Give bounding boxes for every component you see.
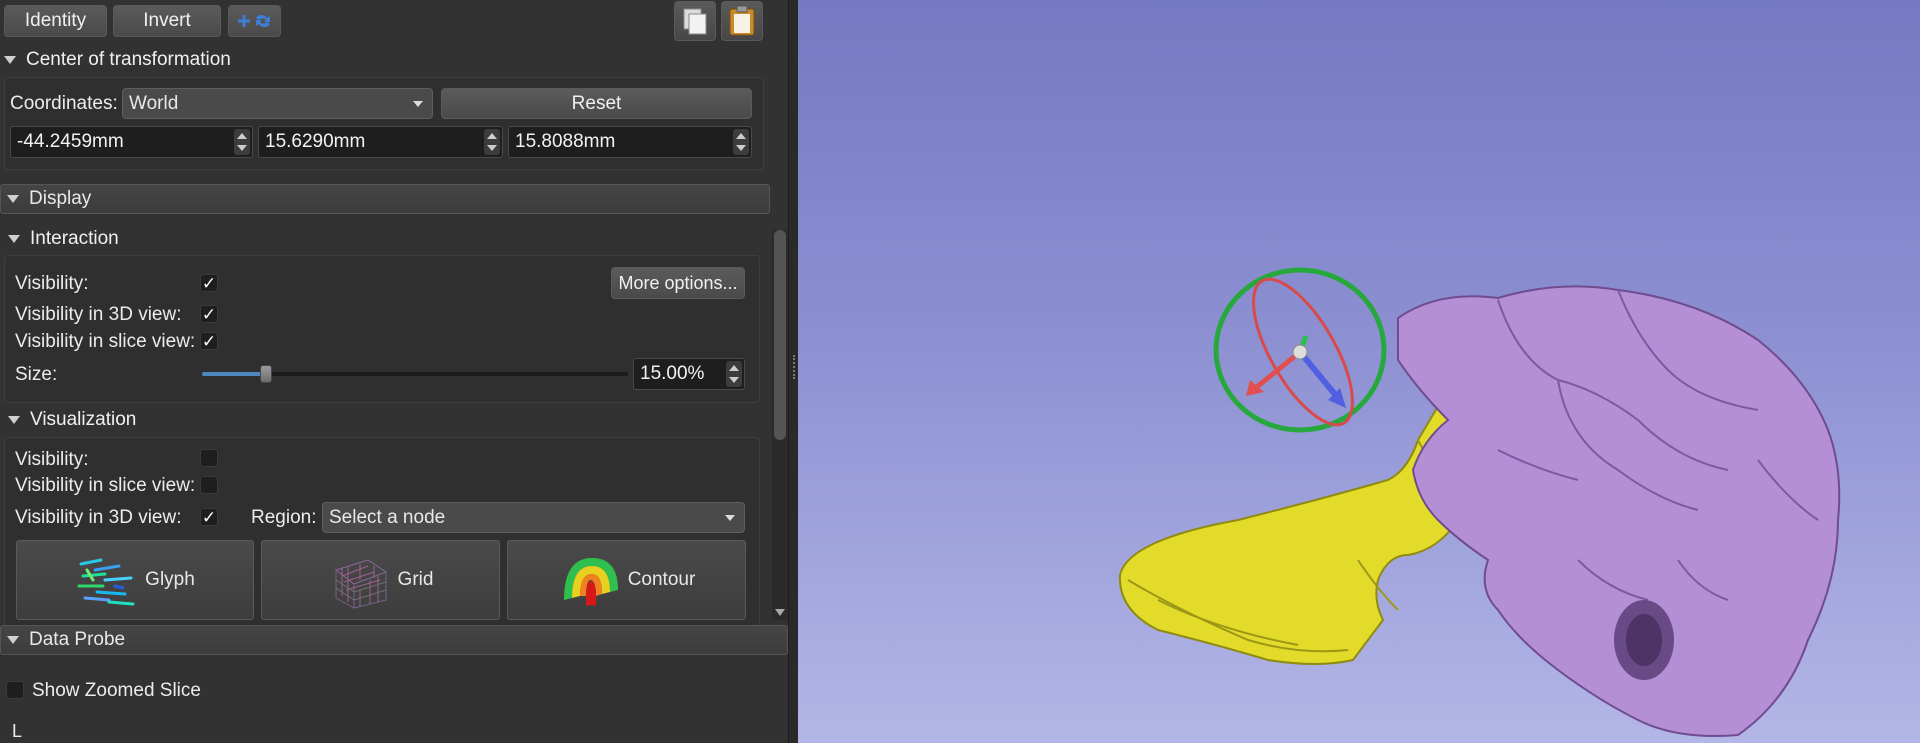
size-spinbox[interactable]: 15.00% [633,358,745,390]
section-title: Display [29,188,92,209]
contour-mode-label: Contour [627,569,696,590]
center-x-value: -44.2459mm [17,131,124,152]
show-zoomed-slice-label: Show Zoomed Slice [32,680,201,701]
collapse-arrow-icon [7,195,19,203]
coordinates-value: World [129,92,179,114]
split-button[interactable] [228,5,281,37]
probe-corner-text: L [12,721,23,741]
grid-icon [334,559,387,609]
data-probe-header[interactable]: Data Probe [0,625,788,655]
interaction-visibility-slice-checkbox[interactable]: ✓ [200,332,218,350]
paste-icon [729,5,755,36]
scrollbar-thumb[interactable] [774,230,786,440]
3d-scene[interactable] [798,0,1920,743]
coordinates-label: Coordinates: [10,93,118,114]
z-axis-arrow[interactable] [1297,350,1341,400]
collapse-arrow-icon [8,235,20,243]
contour-mode-button[interactable]: Contour [507,540,746,620]
spin-arrows-icon[interactable] [484,129,500,155]
3d-view[interactable] [798,0,1920,743]
grid-mode-button[interactable]: Grid [261,540,500,620]
interaction-visibility-slice-label: Visibility in slice view: [15,331,196,352]
center-y-value: 15.6290mm [265,131,366,152]
spin-arrows-icon[interactable] [733,129,749,155]
identity-button[interactable]: Identity [4,5,107,37]
display-header[interactable]: Display [0,184,770,214]
size-label: Size: [15,364,58,385]
visualization-visibility-checkbox[interactable] [200,449,218,467]
interaction-visibility-3d-checkbox[interactable]: ✓ [200,305,218,323]
coordinates-combobox[interactable]: World [122,88,433,119]
size-value: 15.00% [640,363,705,384]
center-z-value: 15.8088mm [515,131,616,152]
collapse-arrow-icon [8,416,20,424]
section-title: Interaction [30,228,119,249]
chevron-down-icon [725,515,735,521]
section-title: Data Probe [29,629,126,650]
center-of-transformation-header[interactable]: Center of transformation [4,46,231,74]
center-handle[interactable] [1292,344,1308,360]
visualization-visibility-slice-checkbox[interactable] [200,476,218,494]
center-y-spinbox[interactable]: 15.6290mm [258,126,503,158]
interaction-visibility-checkbox[interactable]: ✓ [200,274,218,292]
invert-button[interactable]: Invert [113,5,221,37]
orbit-cavity-inner [1626,614,1662,666]
visualization-visibility-3d-checkbox[interactable]: ✓ [200,508,218,526]
panel-splitter[interactable] [788,0,798,743]
glyph-mode-label: Glyph [145,569,195,590]
glyph-icon [77,558,135,606]
module-panel: Identity Invert Center of transformation… [0,0,798,743]
spin-arrows-icon[interactable] [726,361,742,387]
collapse-arrow-icon [4,56,16,64]
visualization-visibility-label: Visibility: [15,449,89,470]
region-label: Region: [251,507,317,528]
paste-button[interactable] [721,1,763,41]
region-combobox[interactable]: Select a node [322,502,745,533]
glyph-mode-button[interactable]: Glyph [16,540,254,620]
grid-mode-label: Grid [397,569,434,590]
center-x-spinbox[interactable]: -44.2459mm [10,126,253,158]
region-value: Select a node [329,506,446,528]
interaction-visibility-3d-label: Visibility in 3D view: [15,304,182,325]
scroll-down-arrow-icon[interactable] [775,609,785,616]
visualization-header[interactable]: Visualization [8,406,136,434]
interaction-visibility-label: Visibility: [15,273,89,294]
show-zoomed-slice-checkbox[interactable] [6,681,24,699]
section-title: Visualization [30,409,137,430]
spin-arrows-icon[interactable] [234,129,250,155]
x-axis-arrow[interactable] [1251,350,1302,392]
chevron-down-icon [413,101,423,107]
collapse-arrow-icon [7,636,19,644]
size-slider-fill [202,372,266,376]
interaction-header[interactable]: Interaction [8,225,119,253]
copy-icon [683,8,707,35]
contour-icon [563,558,618,606]
visualization-visibility-3d-label: Visibility in 3D view: [15,507,182,528]
skull-model [1397,285,1841,737]
splitter-grip-icon[interactable] [793,355,795,379]
visualization-visibility-slice-label: Visibility in slice view: [15,475,196,496]
split-transform-icon [237,14,270,28]
panel-scrollbar[interactable] [772,230,788,620]
size-slider-handle[interactable] [260,365,272,383]
section-title: Center of transformation [26,49,231,70]
transform-widget[interactable] [1213,265,1387,439]
reset-button[interactable]: Reset [441,88,752,119]
more-options-button[interactable]: More options... [611,267,745,299]
copy-button[interactable] [674,1,716,41]
center-z-spinbox[interactable]: 15.8088mm [508,126,752,158]
